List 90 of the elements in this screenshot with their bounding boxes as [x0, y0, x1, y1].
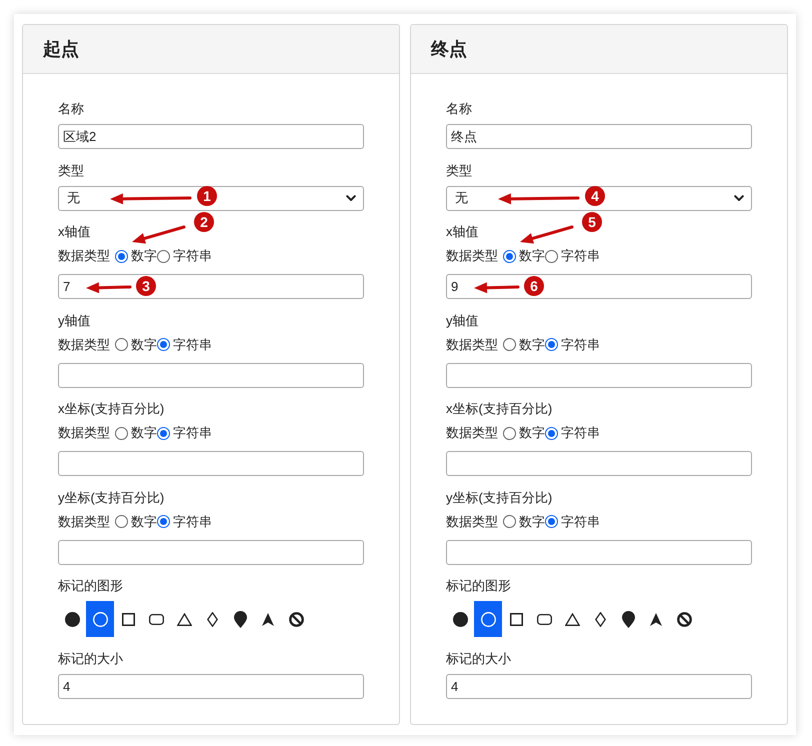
radio-label: 字符串: [173, 512, 212, 530]
data-type-label: 数据类型: [58, 512, 110, 530]
radio-button[interactable]: [115, 515, 128, 528]
circle-icon: [480, 612, 496, 626]
field-label: 类型: [446, 162, 472, 180]
field-label: 标记的大小: [446, 650, 511, 668]
radio-button[interactable]: [545, 426, 558, 440]
radio-label: 字符串: [173, 424, 212, 442]
radio-label: 字符串: [561, 424, 600, 442]
radio-button[interactable]: [503, 250, 516, 262]
field-label: 标记的图形: [58, 577, 123, 595]
radio-label: 数字: [519, 424, 545, 442]
radio-label: 数字: [131, 336, 157, 354]
text-input[interactable]: [58, 540, 364, 564]
callout-number: 5: [582, 212, 602, 232]
chevron-down-icon: [346, 194, 356, 202]
text-input[interactable]: 4: [58, 674, 364, 698]
text-input[interactable]: 区域2: [58, 124, 364, 149]
radio-button[interactable]: [115, 426, 128, 440]
field-label: x坐标(支持百分比): [58, 400, 164, 418]
radio-label: 字符串: [561, 512, 600, 530]
radio-button[interactable]: [157, 250, 170, 262]
text-input[interactable]: 4: [446, 674, 752, 698]
radio-label: 数字: [131, 512, 157, 530]
radio-button[interactable]: [157, 515, 170, 528]
diamond-icon: [594, 612, 606, 626]
triangle-icon: [176, 612, 192, 626]
data-type-label: 数据类型: [446, 512, 498, 530]
text-input[interactable]: [58, 451, 364, 476]
radio-button[interactable]: [157, 338, 170, 351]
radio-button[interactable]: [545, 515, 558, 528]
ban-icon: [676, 612, 692, 626]
field-label: 名称: [446, 100, 472, 118]
data-type-label: 数据类型: [446, 247, 498, 265]
field-label: x轴值: [58, 223, 90, 241]
ban-icon: [288, 612, 304, 626]
text-input[interactable]: 终点: [446, 124, 752, 149]
field-label: y坐标(支持百分比): [446, 488, 552, 506]
triangle-icon: [564, 612, 580, 626]
radio-label: 数字: [131, 247, 157, 265]
field-label: y轴值: [58, 312, 90, 330]
radio-button[interactable]: [503, 426, 516, 440]
radio-button[interactable]: [503, 338, 516, 351]
field-label: 标记的大小: [58, 650, 123, 668]
radio-label: 数字: [519, 336, 545, 354]
square-icon: [122, 612, 134, 626]
field-label: y坐标(支持百分比): [58, 488, 164, 506]
radio-label: 数字: [131, 424, 157, 442]
chevron-down-icon: [734, 194, 744, 202]
filled-circle-icon: [64, 612, 80, 626]
radio-label: 字符串: [173, 336, 212, 354]
radio-label: 字符串: [561, 247, 600, 265]
data-type-label: 数据类型: [446, 336, 498, 354]
data-type-label: 数据类型: [58, 336, 110, 354]
rounded-rectangle-icon: [536, 614, 552, 624]
filled-circle-icon: [452, 612, 468, 626]
field-label: 标记的图形: [446, 577, 511, 595]
diamond-icon: [206, 612, 218, 626]
pin-icon: [234, 610, 246, 628]
field-label: y轴值: [446, 312, 478, 330]
data-type-label: 数据类型: [58, 247, 110, 265]
callout-number: 2: [194, 212, 214, 232]
radio-button[interactable]: [115, 338, 128, 351]
radio-label: 数字: [519, 247, 545, 265]
arrowhead-icon: [262, 612, 274, 626]
radio-label: 字符串: [561, 336, 600, 354]
square-icon: [510, 612, 522, 626]
radio-button[interactable]: [545, 250, 558, 262]
text-input[interactable]: [58, 362, 364, 388]
rounded-rectangle-icon: [148, 614, 164, 624]
radio-button[interactable]: [545, 338, 558, 351]
pin-icon: [622, 610, 634, 628]
field-label: x轴值: [446, 223, 478, 241]
text-input[interactable]: [446, 451, 752, 476]
panel-title: 起点: [43, 38, 79, 61]
field-label: x坐标(支持百分比): [446, 400, 552, 418]
radio-label: 数字: [519, 512, 545, 530]
arrowhead-icon: [650, 612, 662, 626]
radio-label: 字符串: [173, 247, 212, 265]
radio-button[interactable]: [503, 515, 516, 528]
panel-title: 终点: [431, 38, 467, 61]
radio-button[interactable]: [115, 250, 128, 262]
circle-icon: [92, 612, 108, 626]
field-label: 名称: [58, 100, 84, 118]
data-type-label: 数据类型: [58, 424, 110, 442]
data-type-label: 数据类型: [446, 424, 498, 442]
text-input[interactable]: [446, 540, 752, 564]
field-label: 类型: [58, 162, 84, 180]
text-input[interactable]: [446, 362, 752, 388]
radio-button[interactable]: [157, 426, 170, 440]
